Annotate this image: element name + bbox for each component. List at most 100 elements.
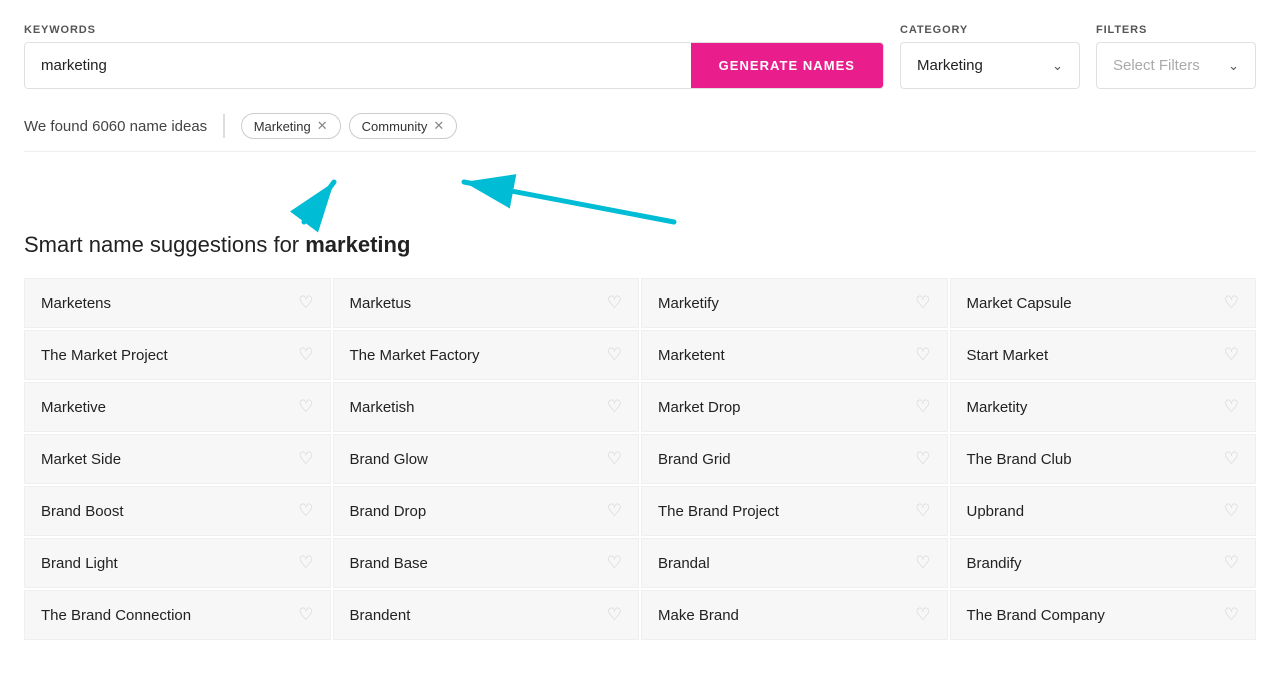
heart-icon[interactable]: ♡ <box>607 293 622 313</box>
category-label: CATEGORY <box>900 24 1080 36</box>
heart-icon[interactable]: ♡ <box>915 501 930 521</box>
keywords-group: KEYWORDS GENERATE NAMES <box>24 24 884 89</box>
heart-icon[interactable]: ♡ <box>915 345 930 365</box>
heart-icon[interactable]: ♡ <box>607 345 622 365</box>
heart-icon[interactable]: ♡ <box>1224 397 1239 417</box>
name-cell: Upbrand ♡ <box>950 486 1257 536</box>
results-bar: We found 6060 name ideas Marketing ✕ Com… <box>24 113 1256 152</box>
heart-icon[interactable]: ♡ <box>1224 293 1239 313</box>
tag-community-label: Community <box>362 119 428 134</box>
generate-button[interactable]: GENERATE NAMES <box>691 43 883 88</box>
tag-marketing-label: Marketing <box>254 119 311 134</box>
name-text: Market Capsule <box>967 295 1072 312</box>
name-cell: Marketify ♡ <box>641 278 948 328</box>
heart-icon[interactable]: ♡ <box>298 397 313 417</box>
name-text: Marketus <box>350 295 412 312</box>
chevron-down-icon: ⌄ <box>1052 58 1063 74</box>
heart-icon[interactable]: ♡ <box>1224 345 1239 365</box>
filters-select[interactable]: Select Filters ⌄ <box>1096 42 1256 89</box>
name-text: The Brand Club <box>967 451 1072 468</box>
chevron-down-icon: ⌄ <box>1228 58 1239 74</box>
name-text: Market Side <box>41 451 121 468</box>
name-cell: Marketens ♡ <box>24 278 331 328</box>
name-cell: Brand Light ♡ <box>24 538 331 588</box>
name-text: The Brand Company <box>967 607 1105 624</box>
tag-community-remove[interactable]: ✕ <box>433 118 444 134</box>
name-text: Marketify <box>658 295 719 312</box>
name-cell: The Market Project ♡ <box>24 330 331 380</box>
name-text: The Brand Connection <box>41 607 191 624</box>
name-text: Brand Grid <box>658 451 731 468</box>
heart-icon[interactable]: ♡ <box>607 605 622 625</box>
category-select[interactable]: Marketing ⌄ <box>900 42 1080 89</box>
keywords-input[interactable] <box>25 43 691 88</box>
name-cell: Make Brand ♡ <box>641 590 948 640</box>
heart-icon[interactable]: ♡ <box>915 397 930 417</box>
name-text: Marketent <box>658 347 725 364</box>
tag-marketing[interactable]: Marketing ✕ <box>241 113 341 139</box>
tag-marketing-remove[interactable]: ✕ <box>317 118 328 134</box>
name-text: Brand Light <box>41 555 118 572</box>
keywords-input-wrap: GENERATE NAMES <box>24 42 884 89</box>
name-cell: Brand Glow ♡ <box>333 434 640 484</box>
heart-icon[interactable]: ♡ <box>298 293 313 313</box>
heart-icon[interactable]: ♡ <box>1224 553 1239 573</box>
name-cell: Market Drop ♡ <box>641 382 948 432</box>
name-cell: Brandify ♡ <box>950 538 1257 588</box>
heart-icon[interactable]: ♡ <box>607 553 622 573</box>
name-text: Brandify <box>967 555 1022 572</box>
annotation-arrows <box>24 164 1256 224</box>
heart-icon[interactable]: ♡ <box>298 605 313 625</box>
heart-icon[interactable]: ♡ <box>915 449 930 469</box>
name-text: The Brand Project <box>658 503 779 520</box>
name-cell: Market Side ♡ <box>24 434 331 484</box>
heart-icon[interactable]: ♡ <box>298 449 313 469</box>
name-text: Make Brand <box>658 607 739 624</box>
tags-container: Marketing ✕ Community ✕ <box>241 113 458 139</box>
heart-icon[interactable]: ♡ <box>915 605 930 625</box>
results-count: We found 6060 name ideas <box>24 118 207 135</box>
suggestion-keyword: marketing <box>305 232 410 257</box>
heart-icon[interactable]: ♡ <box>1224 605 1239 625</box>
name-cell: Brand Boost ♡ <box>24 486 331 536</box>
filters-group: FILTERS Select Filters ⌄ <box>1096 24 1256 89</box>
category-group: CATEGORY Marketing ⌄ <box>900 24 1080 89</box>
name-cell: The Brand Company ♡ <box>950 590 1257 640</box>
name-text: Marketish <box>350 399 415 416</box>
heart-icon[interactable]: ♡ <box>607 501 622 521</box>
name-cell: Brand Grid ♡ <box>641 434 948 484</box>
name-cell: Marketus ♡ <box>333 278 640 328</box>
name-cell: Start Market ♡ <box>950 330 1257 380</box>
filters-label: FILTERS <box>1096 24 1256 36</box>
name-text: Marketive <box>41 399 106 416</box>
name-text: Brand Glow <box>350 451 428 468</box>
name-cell: Marketity ♡ <box>950 382 1257 432</box>
heart-icon[interactable]: ♡ <box>915 293 930 313</box>
name-text: Marketity <box>967 399 1028 416</box>
heart-icon[interactable]: ♡ <box>1224 501 1239 521</box>
name-cell: Brandal ♡ <box>641 538 948 588</box>
heart-icon[interactable]: ♡ <box>607 397 622 417</box>
page-container: KEYWORDS GENERATE NAMES CATEGORY Marketi… <box>0 0 1280 680</box>
heart-icon[interactable]: ♡ <box>607 449 622 469</box>
name-cell: The Brand Club ♡ <box>950 434 1257 484</box>
name-text: The Market Factory <box>350 347 480 364</box>
heart-icon[interactable]: ♡ <box>915 553 930 573</box>
name-cell: Marketent ♡ <box>641 330 948 380</box>
name-cell: Brandent ♡ <box>333 590 640 640</box>
keywords-label: KEYWORDS <box>24 24 884 36</box>
heart-icon[interactable]: ♡ <box>1224 449 1239 469</box>
heart-icon[interactable]: ♡ <box>298 345 313 365</box>
name-cell: The Market Factory ♡ <box>333 330 640 380</box>
name-text: Upbrand <box>967 503 1025 520</box>
name-grid: Marketens ♡ Marketus ♡ Marketify ♡ Marke… <box>24 278 1256 640</box>
name-text: Market Drop <box>658 399 741 416</box>
filters-placeholder: Select Filters <box>1113 57 1200 74</box>
heart-icon[interactable]: ♡ <box>298 553 313 573</box>
name-text: Marketens <box>41 295 111 312</box>
category-value: Marketing <box>917 57 983 74</box>
name-text: Brand Base <box>350 555 428 572</box>
heart-icon[interactable]: ♡ <box>298 501 313 521</box>
name-text: The Market Project <box>41 347 168 364</box>
tag-community[interactable]: Community ✕ <box>349 113 458 139</box>
